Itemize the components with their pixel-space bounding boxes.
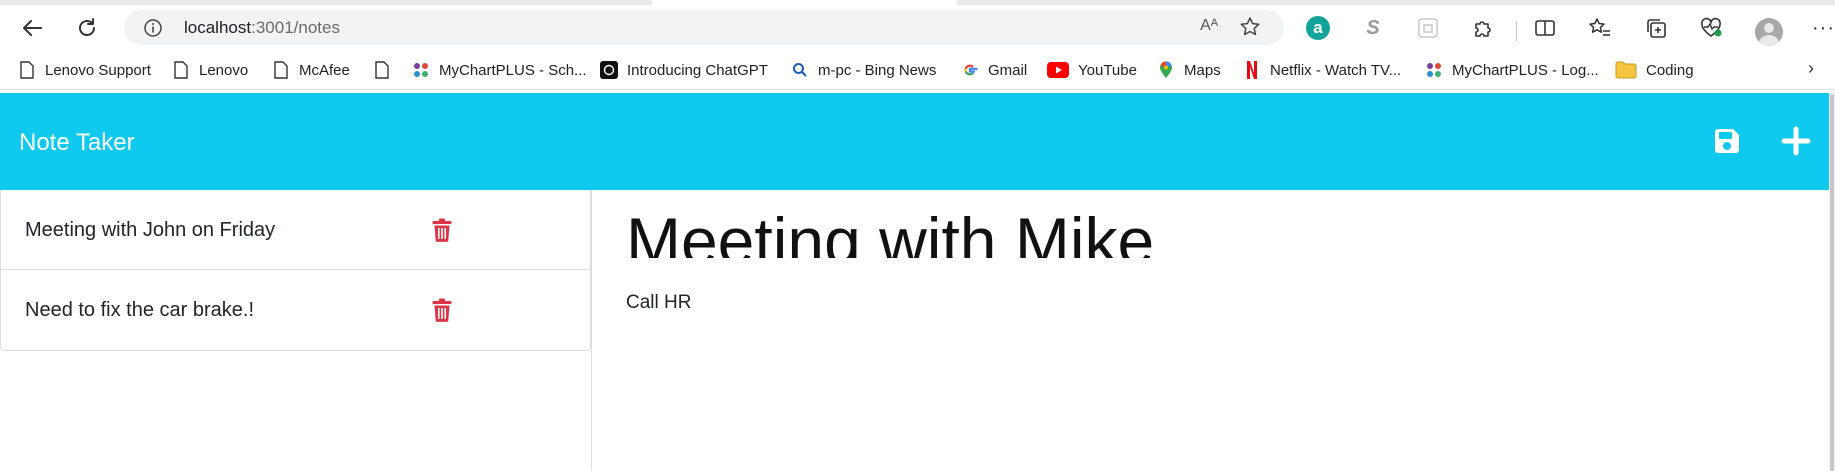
bookmarks-bar: Lenovo Support Lenovo McAfee MyChartPLUS… bbox=[0, 50, 1835, 90]
extension-box-icon bbox=[1418, 18, 1438, 38]
note-title[interactable]: Need to fix the car brake.! bbox=[25, 299, 254, 322]
bookmark-label: MyChartPLUS - Sch... bbox=[439, 61, 587, 79]
maps-pin-icon bbox=[1157, 61, 1175, 79]
bookmark-item[interactable]: Gmail bbox=[961, 59, 1027, 81]
favorites-button[interactable] bbox=[1587, 15, 1613, 41]
read-aloud-icon[interactable]: Aᴬ bbox=[1200, 17, 1218, 35]
openai-icon bbox=[600, 61, 618, 79]
extensions-button[interactable] bbox=[1470, 15, 1496, 41]
google-icon bbox=[961, 61, 979, 79]
url-text[interactable]: localhost:3001/notes bbox=[184, 18, 340, 38]
bookmark-label: Coding bbox=[1646, 61, 1694, 79]
netflix-icon bbox=[1243, 61, 1261, 79]
collections-button[interactable] bbox=[1643, 15, 1669, 41]
new-note-button[interactable] bbox=[1778, 123, 1814, 159]
more-options-button[interactable]: ··· bbox=[1812, 17, 1835, 40]
bookmark-label: Lenovo Support bbox=[45, 61, 151, 79]
profile-avatar[interactable] bbox=[1755, 18, 1783, 46]
delete-note-button[interactable] bbox=[431, 298, 453, 322]
page-icon bbox=[172, 61, 190, 79]
save-floppy-icon bbox=[1715, 129, 1739, 153]
bookmark-label: Lenovo bbox=[199, 61, 249, 79]
browser-essentials-button[interactable] bbox=[1698, 15, 1724, 41]
list-item[interactable]: Meeting with John on Friday bbox=[1, 190, 590, 270]
app-brand[interactable]: Note Taker bbox=[19, 129, 135, 157]
bookmark-label: Netflix - Watch TV... bbox=[1270, 61, 1402, 79]
page-icon bbox=[272, 61, 290, 79]
favorites-star-list-icon bbox=[1589, 18, 1610, 36]
extension-s-button[interactable]: S bbox=[1360, 15, 1386, 41]
site-info-icon[interactable] bbox=[143, 18, 163, 43]
page-scrollbar[interactable] bbox=[1829, 90, 1835, 471]
note-list: Meeting with John on Friday Need to fix … bbox=[0, 190, 591, 351]
bookmark-label: Introducing ChatGPT bbox=[627, 61, 768, 79]
bookmark-label: McAfee bbox=[299, 61, 350, 79]
folder-icon bbox=[1615, 61, 1637, 79]
save-note-button[interactable] bbox=[1709, 123, 1745, 159]
bookmark-item[interactable]: Lenovo bbox=[172, 59, 248, 81]
bookmarks-overflow-chevron-icon[interactable]: › bbox=[1808, 58, 1814, 79]
bookmark-item[interactable]: m-pc - Bing News bbox=[791, 59, 936, 81]
heart-pulse-icon bbox=[1701, 17, 1722, 37]
scrollbar-thumb[interactable] bbox=[1830, 94, 1834, 471]
trash-icon bbox=[432, 298, 452, 322]
delete-note-button[interactable] bbox=[431, 218, 453, 242]
favorite-star-icon[interactable] bbox=[1238, 15, 1262, 44]
trash-icon bbox=[432, 218, 452, 242]
bookmark-label: Maps bbox=[1184, 61, 1221, 79]
note-text-area[interactable]: Call HR bbox=[626, 292, 691, 314]
extension-a-button[interactable]: a bbox=[1305, 15, 1331, 41]
bookmark-item[interactable]: Introducing ChatGPT bbox=[600, 59, 768, 81]
list-item[interactable]: Need to fix the car brake.! bbox=[1, 270, 590, 350]
mychart-icon bbox=[412, 61, 430, 79]
app-navbar: Note Taker bbox=[0, 93, 1829, 190]
bookmark-item[interactable]: McAfee bbox=[272, 59, 350, 81]
refresh-icon bbox=[79, 18, 95, 36]
bookmark-item[interactable] bbox=[373, 59, 400, 81]
page-icon bbox=[18, 61, 36, 79]
bookmark-label: YouTube bbox=[1078, 61, 1137, 79]
plus-icon bbox=[1781, 126, 1811, 156]
url-path: :3001/notes bbox=[251, 18, 340, 37]
browser-toolbar: localhost:3001/notes Aᴬ a S ··· bbox=[0, 5, 1835, 50]
toolbar-divider bbox=[1516, 21, 1517, 41]
bookmark-item[interactable]: Lenovo Support bbox=[18, 59, 151, 81]
note-editor: Meeting with Mike Call HR bbox=[593, 190, 1829, 471]
extension-a-icon: a bbox=[1306, 16, 1330, 40]
url-host: localhost bbox=[184, 18, 252, 37]
note-title[interactable]: Meeting with John on Friday bbox=[25, 219, 275, 242]
address-bar[interactable]: localhost:3001/notes Aᴬ bbox=[124, 10, 1284, 45]
refresh-button[interactable] bbox=[72, 13, 102, 43]
mychart-icon bbox=[1425, 61, 1443, 79]
bookmark-label: m-pc - Bing News bbox=[818, 61, 937, 79]
split-screen-icon bbox=[1535, 20, 1555, 36]
youtube-icon bbox=[1047, 61, 1069, 79]
bookmark-item[interactable]: MyChartPLUS - Sch... bbox=[412, 59, 587, 81]
bookmark-label: MyChartPLUS - Log... bbox=[1452, 61, 1599, 79]
bookmark-label: Gmail bbox=[988, 61, 1028, 79]
split-screen-button[interactable] bbox=[1532, 15, 1558, 41]
page-icon bbox=[373, 61, 391, 79]
extension-s-icon: S bbox=[1366, 16, 1380, 39]
bookmark-item[interactable]: Netflix - Watch TV... bbox=[1243, 59, 1401, 81]
extension-box-button[interactable] bbox=[1415, 15, 1441, 41]
search-icon bbox=[791, 61, 809, 79]
bookmark-item[interactable]: Maps bbox=[1157, 59, 1221, 81]
notes-sidebar: Meeting with John on Friday Need to fix … bbox=[0, 190, 592, 471]
bookmark-item[interactable]: YouTube bbox=[1047, 59, 1137, 81]
note-title-input[interactable]: Meeting with Mike bbox=[626, 202, 1154, 258]
collections-icon bbox=[1647, 19, 1666, 38]
back-arrow-icon bbox=[23, 20, 42, 36]
puzzle-icon bbox=[1475, 21, 1491, 37]
bookmark-item[interactable]: MyChartPLUS - Log... bbox=[1425, 59, 1599, 81]
bookmark-folder[interactable]: Coding bbox=[1615, 59, 1694, 81]
back-button[interactable] bbox=[17, 13, 47, 43]
